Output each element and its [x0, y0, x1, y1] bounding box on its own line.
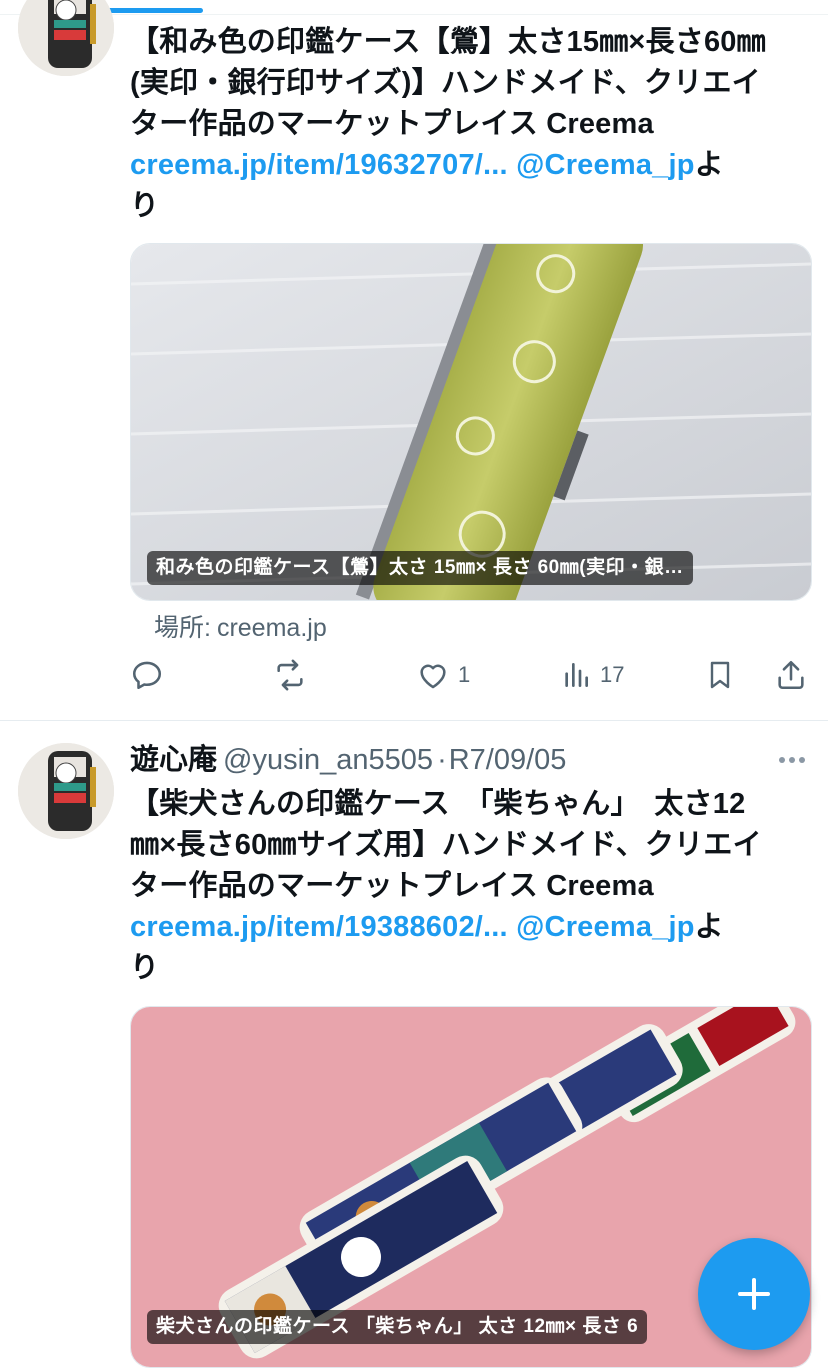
tweet-date[interactable]: R7/09/05	[449, 744, 567, 776]
tweet-text-suffix: よ	[694, 149, 724, 181]
author-handle[interactable]: @yusin_an5505	[223, 744, 433, 776]
analytics-icon	[565, 663, 588, 687]
tweet-text-line: ㎜×長さ60㎜サイズ用】ハンドメイド、クリエイ	[130, 829, 762, 861]
tweet-text-line: り	[130, 190, 160, 222]
repost-icon	[277, 659, 303, 691]
plus-icon	[738, 1278, 770, 1310]
tweet-text-line: (実印・銀行印サイズ)】ハンドメイド、クリエイ	[130, 67, 761, 99]
tab-indicator	[97, 8, 203, 13]
share-button[interactable]	[774, 658, 808, 692]
views-button[interactable]: 17	[560, 658, 624, 692]
media-caption: 和み色の印鑑ケース【鶯】太さ 15㎜× 長さ 60㎜(実印・銀…	[147, 551, 693, 585]
tweet-header: 遊心庵 @yusin_an5505 ·R7/09/05	[130, 740, 566, 780]
author-name[interactable]: 遊心庵	[130, 744, 217, 776]
tweet-link[interactable]: creema.jp/item/19632707/...	[130, 149, 508, 181]
tweet-text-line: り	[130, 952, 160, 984]
tweet-text: 【柴犬さんの印鑑ケース 「柴ちゃん」 太さ12 ㎜×長さ60㎜サイズ用】ハンドメ…	[130, 784, 800, 989]
mention-link[interactable]: @Creema_jp	[516, 911, 695, 943]
reply-button[interactable]	[130, 658, 164, 692]
top-divider	[0, 14, 828, 15]
tweet-text-line: ター作品のマーケットプレイス Creema	[130, 870, 654, 902]
tweet-text-line: 【柴犬さんの印鑑ケース 「柴ちゃん」 太さ12	[130, 788, 746, 820]
like-button[interactable]: 1	[416, 658, 470, 692]
tweet-link[interactable]: creema.jp/item/19388602/...	[130, 911, 508, 943]
media-image	[131, 244, 811, 600]
source-domain: creema.jp	[216, 614, 327, 642]
repost-button[interactable]	[272, 658, 308, 692]
tweet-text-suffix: よ	[694, 911, 724, 943]
view-count: 17	[600, 662, 625, 687]
bookmark-button[interactable]	[704, 658, 736, 692]
separator: ·	[437, 744, 447, 776]
tweet-text-line: ター作品のマーケットプレイス Creema	[130, 108, 654, 140]
bookmark-icon	[710, 661, 730, 689]
reply-icon	[132, 661, 162, 690]
more-icon[interactable]	[774, 750, 810, 770]
avatar[interactable]	[18, 0, 114, 76]
mention-link[interactable]: @Creema_jp	[516, 149, 695, 181]
media-caption: 柴犬さんの印鑑ケース 「柴ちゃん」 太さ 12㎜× 長さ 6	[147, 1310, 648, 1344]
avatar[interactable]	[18, 743, 114, 839]
source-label: 場所:	[154, 614, 211, 642]
tweet-text: 【和み色の印鑑ケース【鶯】太さ15㎜×長さ60㎜ (実印・銀行印サイズ)】ハンド…	[130, 22, 800, 227]
like-count: 1	[458, 662, 471, 687]
heart-icon	[420, 664, 446, 689]
share-icon	[778, 660, 804, 690]
tweet-text-line: 【和み色の印鑑ケース【鶯】太さ15㎜×長さ60㎜	[130, 26, 766, 58]
media-card[interactable]: 和み色の印鑑ケース【鶯】太さ 15㎜× 長さ 60㎜(実印・銀…	[130, 243, 812, 601]
compose-button[interactable]	[698, 1238, 810, 1350]
tweet-divider	[0, 720, 828, 721]
card-source[interactable]: 場所: creema.jp	[154, 608, 333, 644]
tweet-actions: 1 17	[130, 658, 810, 698]
